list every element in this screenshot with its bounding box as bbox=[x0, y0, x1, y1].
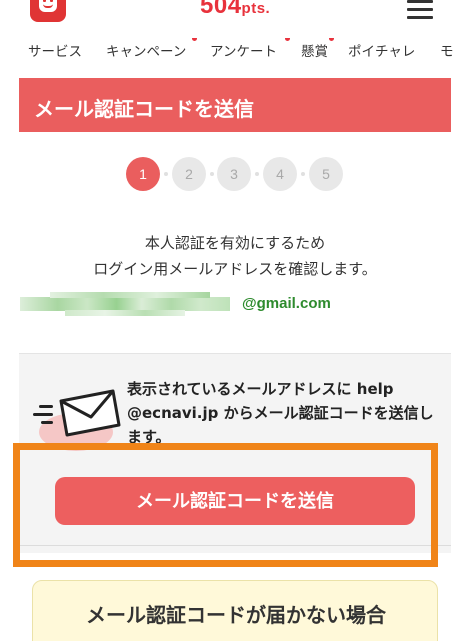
nav-item-service[interactable]: サービス bbox=[28, 40, 82, 60]
points-value: 504 bbox=[200, 0, 242, 19]
email-local-part-redacted bbox=[20, 297, 230, 311]
points-unit: pts. bbox=[241, 0, 271, 17]
hamburger-menu-icon[interactable] bbox=[407, 0, 433, 19]
nav-new-badge bbox=[192, 38, 197, 41]
description-line-2: ログイン用メールアドレスを確認します。 bbox=[93, 260, 377, 278]
step-connector bbox=[255, 172, 259, 176]
nav-item-survey[interactable]: アンケート bbox=[210, 40, 277, 60]
step-4: 4 bbox=[263, 157, 297, 191]
nav-new-badge bbox=[285, 38, 290, 41]
points-balance[interactable]: 504pts. bbox=[200, 0, 270, 20]
step-2: 2 bbox=[172, 157, 206, 191]
nav-item-campaign[interactable]: キャンペーン bbox=[106, 40, 186, 60]
step-5: 5 bbox=[309, 157, 343, 191]
step-connector bbox=[210, 172, 214, 176]
page-title: メール認証コードを送信 bbox=[34, 97, 254, 121]
page-title-bar: メール認証コードを送信 bbox=[19, 78, 451, 132]
step-3: 3 bbox=[217, 157, 251, 191]
nav-item-sweepstakes[interactable]: 懸賞 bbox=[301, 40, 328, 60]
step-connector bbox=[164, 172, 168, 176]
description-line-1: 本人認証を有効にするため bbox=[144, 234, 326, 252]
step-1: 1 bbox=[126, 157, 160, 191]
verification-description: 本人認証を有効にするため ログイン用メールアドレスを確認します。 bbox=[0, 230, 460, 282]
ecnavi-logo-icon[interactable] bbox=[30, 0, 66, 22]
nav-item-more[interactable]: モ bbox=[440, 40, 454, 60]
email-address: @gmail.com bbox=[20, 291, 440, 319]
not-received-title: メール認証コードが届かない場合 bbox=[86, 603, 386, 627]
highlight-frame bbox=[13, 443, 438, 567]
step-connector bbox=[301, 172, 305, 176]
nav-item-poichare[interactable]: ポイチャレ bbox=[348, 40, 415, 60]
email-domain: @gmail.com bbox=[242, 295, 331, 312]
category-nav: サービス キャンペーン アンケート 懸賞 ポイチャレ モ bbox=[0, 38, 460, 62]
info-message: 表示されているメールアドレスに help @ecnavi.jp からメール認証コ… bbox=[127, 380, 434, 446]
nav-new-badge bbox=[329, 38, 334, 41]
header: 504pts. bbox=[0, 0, 460, 28]
step-indicator: 1 2 3 4 5 bbox=[126, 157, 346, 191]
not-received-panel[interactable]: メール認証コードが届かない場合 bbox=[32, 580, 438, 641]
